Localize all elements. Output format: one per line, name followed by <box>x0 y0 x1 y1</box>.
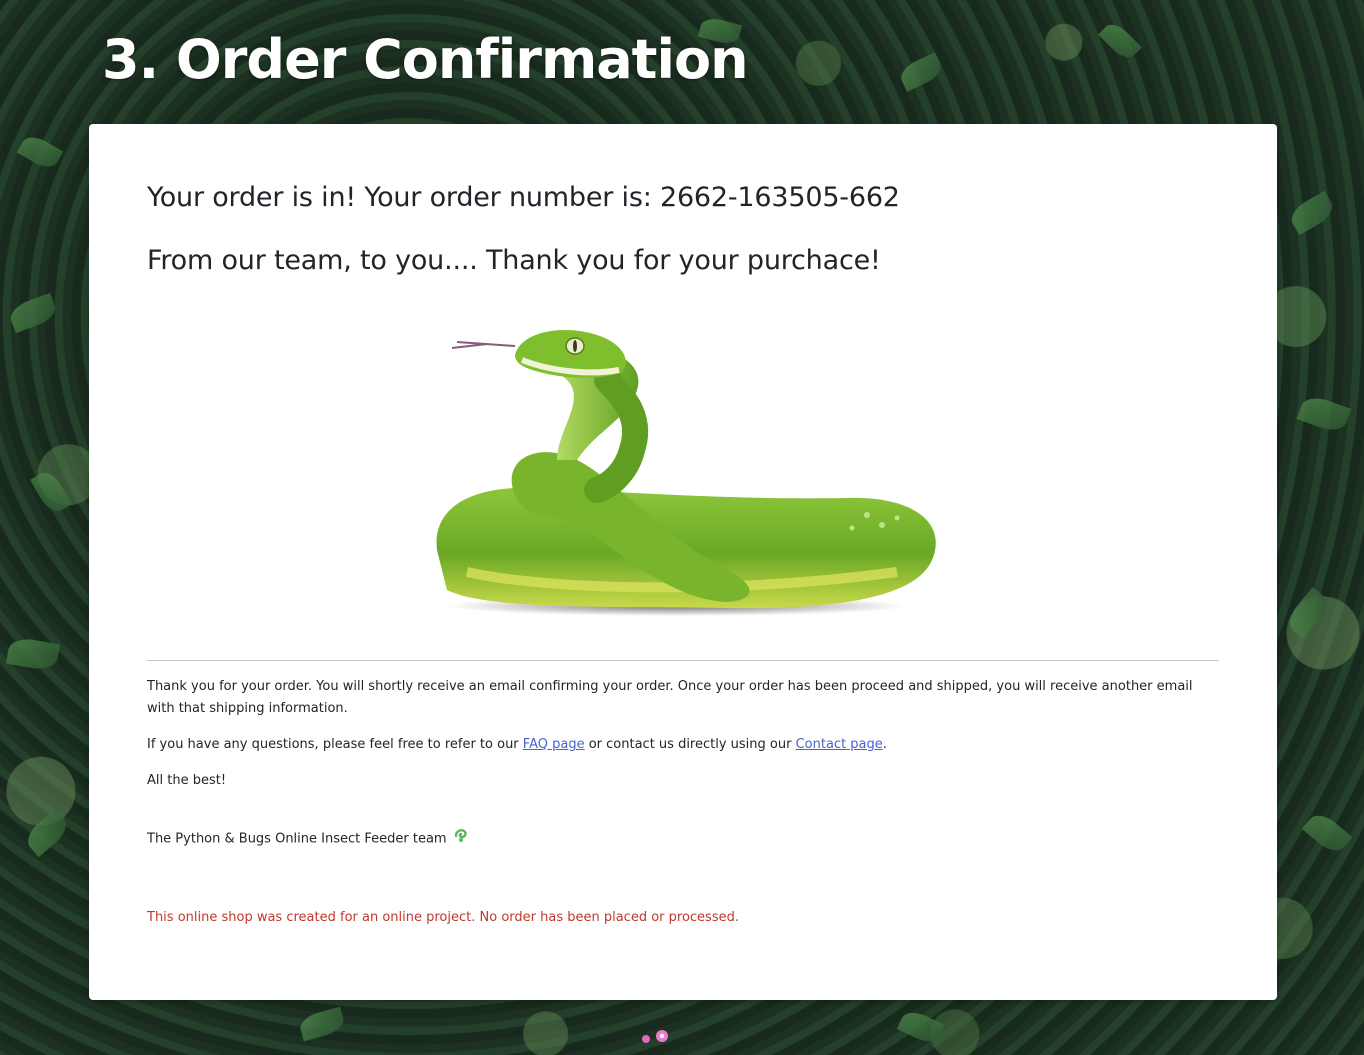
questions-text-middle: or contact us directly using our <box>584 737 796 752</box>
faq-page-link[interactable]: FAQ page <box>523 737 585 752</box>
flower-icon <box>638 1024 674 1052</box>
team-signature: The Python & Bugs Online Insect Feeder t… <box>147 827 1219 851</box>
thank-you-heading: From our team, to you.... Thank you for … <box>147 245 881 276</box>
questions-text-suffix: . <box>882 737 887 752</box>
page-title: 3. Order Confirmation <box>102 28 749 91</box>
questions-paragraph: If you have any questions, please feel f… <box>147 734 1219 756</box>
team-name: The Python & Bugs Online Insect Feeder t… <box>147 831 447 847</box>
order-confirmation-card: Your order is in! Your order number is: … <box>89 124 1277 1000</box>
section-divider <box>147 660 1219 661</box>
contact-page-link[interactable]: Contact page <box>796 737 883 752</box>
signoff-text: All the best! <box>147 773 227 788</box>
order-email-notice: Thank you for your order. You will short… <box>147 679 1193 716</box>
project-disclaimer: This online shop was created for an onli… <box>147 910 739 925</box>
questions-text-prefix: If you have any questions, please feel f… <box>147 737 523 752</box>
green-tree-python-image <box>436 330 936 616</box>
order-number-heading: Your order is in! Your order number is: … <box>147 182 900 213</box>
snake-icon <box>453 827 469 851</box>
